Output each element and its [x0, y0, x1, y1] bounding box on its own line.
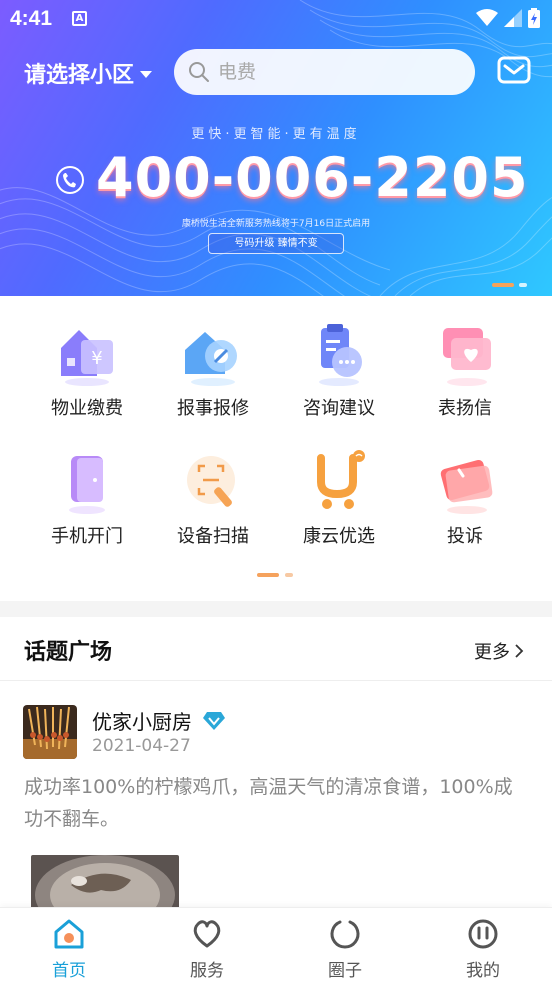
verified-diamond-icon [203, 711, 225, 730]
post-image[interactable] [31, 855, 179, 915]
message-icon[interactable] [497, 55, 531, 85]
author-name: 优家小厨房 [92, 710, 192, 734]
section-title: 话题广场 [24, 640, 113, 665]
shop-cart-icon [317, 450, 365, 509]
service-door[interactable]: 手机开门 [22, 446, 152, 548]
chevron-right-icon [515, 644, 524, 658]
service-label: 咨询建议 [303, 398, 375, 419]
post-date: 2021-04-27 [92, 736, 191, 756]
hero-banner[interactable]: 4:41 A 请选择小区 更快 [0, 0, 552, 296]
complaint-icon [440, 459, 493, 514]
status-indicators [476, 8, 540, 28]
search-input[interactable] [218, 61, 458, 83]
status-bar: 4:41 A [0, 0, 552, 40]
service-complaint[interactable]: 投诉 [400, 446, 530, 548]
tab-services[interactable]: 服务 [157, 918, 257, 981]
service-repair[interactable]: 报事报修 [148, 318, 278, 420]
service-label: 报事报修 [177, 398, 249, 419]
service-label: 物业缴费 [51, 398, 123, 419]
profile-face-icon [468, 919, 498, 949]
battery-icon [528, 8, 540, 28]
tab-home[interactable]: 首页 [19, 918, 119, 981]
avatar[interactable] [23, 705, 77, 759]
community-label: 请选择小区 [24, 63, 135, 88]
topic-post[interactable]: 优家小厨房 2021-04-27 成功率100%的柠檬鸡爪，高温天气的清凉食谱，… [0, 681, 552, 915]
tab-label: 我的 [466, 961, 500, 981]
service-label: 手机开门 [51, 526, 123, 547]
phone-icon [56, 166, 84, 194]
more-label: 更多 [474, 642, 510, 663]
post-text: 成功率100%的柠檬鸡爪，高温天气的清凉食谱，100%成功不翻车。 [24, 776, 513, 830]
scan-icon [187, 456, 235, 507]
door-open-icon [69, 456, 105, 514]
property-fee-icon: ¥ [61, 330, 113, 386]
section-divider [0, 601, 552, 617]
topics-header: 话题广场 更多 [0, 617, 552, 681]
home-icon [54, 919, 84, 949]
tab-mine[interactable]: 我的 [433, 918, 533, 981]
post-author[interactable]: 优家小厨房 [92, 706, 226, 735]
banner-pager [492, 283, 527, 287]
more-link[interactable]: 更多 [474, 638, 524, 664]
praise-letter-icon [443, 328, 491, 386]
banner-dot [519, 283, 527, 287]
banner-badge: 号码升级 臻情不变 [208, 233, 344, 254]
signal-icon [504, 9, 522, 27]
search-bar[interactable] [174, 49, 475, 95]
service-shop[interactable]: 康云优选 [274, 446, 404, 548]
svg-text:¥: ¥ [91, 348, 102, 369]
banner-dot-active [492, 283, 514, 287]
tab-circle[interactable]: 圈子 [295, 918, 395, 981]
service-label: 投诉 [447, 526, 483, 547]
tab-label: 服务 [190, 961, 224, 981]
repair-icon [185, 332, 237, 386]
service-label: 设备扫描 [177, 526, 249, 547]
caret-down-icon [140, 71, 153, 78]
pager-dot-active [257, 573, 279, 577]
service-consult[interactable]: 咨询建议 [274, 318, 404, 420]
food-avatar-image [23, 705, 77, 759]
banner-notice: 康桥悦生活全新服务热线将于7月16日正式启用 [181, 219, 371, 229]
wifi-icon [476, 9, 498, 26]
service-property-fee[interactable]: ¥ 物业缴费 [22, 318, 152, 420]
hotline-number: 400-006-2205 [96, 146, 529, 209]
bottom-nav: 首页 服务 圈子 我的 [0, 907, 552, 983]
pager-dot [285, 573, 293, 577]
community-selector[interactable]: 请选择小区 [24, 57, 153, 89]
heart-icon [193, 920, 221, 948]
services-pager [257, 573, 293, 577]
service-label: 康云优选 [303, 526, 375, 547]
services-grid: ¥ 物业缴费 报事报修 咨询建议 表扬信 手机开门 设备扫描 康云优选 投诉 [0, 296, 552, 601]
consult-icon [319, 324, 362, 386]
notification-icon: A [72, 11, 87, 26]
tab-label: 首页 [52, 961, 86, 981]
service-praise[interactable]: 表扬信 [400, 318, 530, 420]
cooking-photo [31, 855, 179, 915]
status-time: 4:41 [10, 7, 53, 30]
service-scan[interactable]: 设备扫描 [148, 446, 278, 548]
search-icon [189, 62, 209, 82]
circle-ring-icon [330, 920, 360, 949]
tab-label: 圈子 [328, 961, 362, 981]
service-label: 表扬信 [438, 398, 492, 419]
banner-slogan: 更快·更智能·更有温度 [191, 127, 361, 142]
